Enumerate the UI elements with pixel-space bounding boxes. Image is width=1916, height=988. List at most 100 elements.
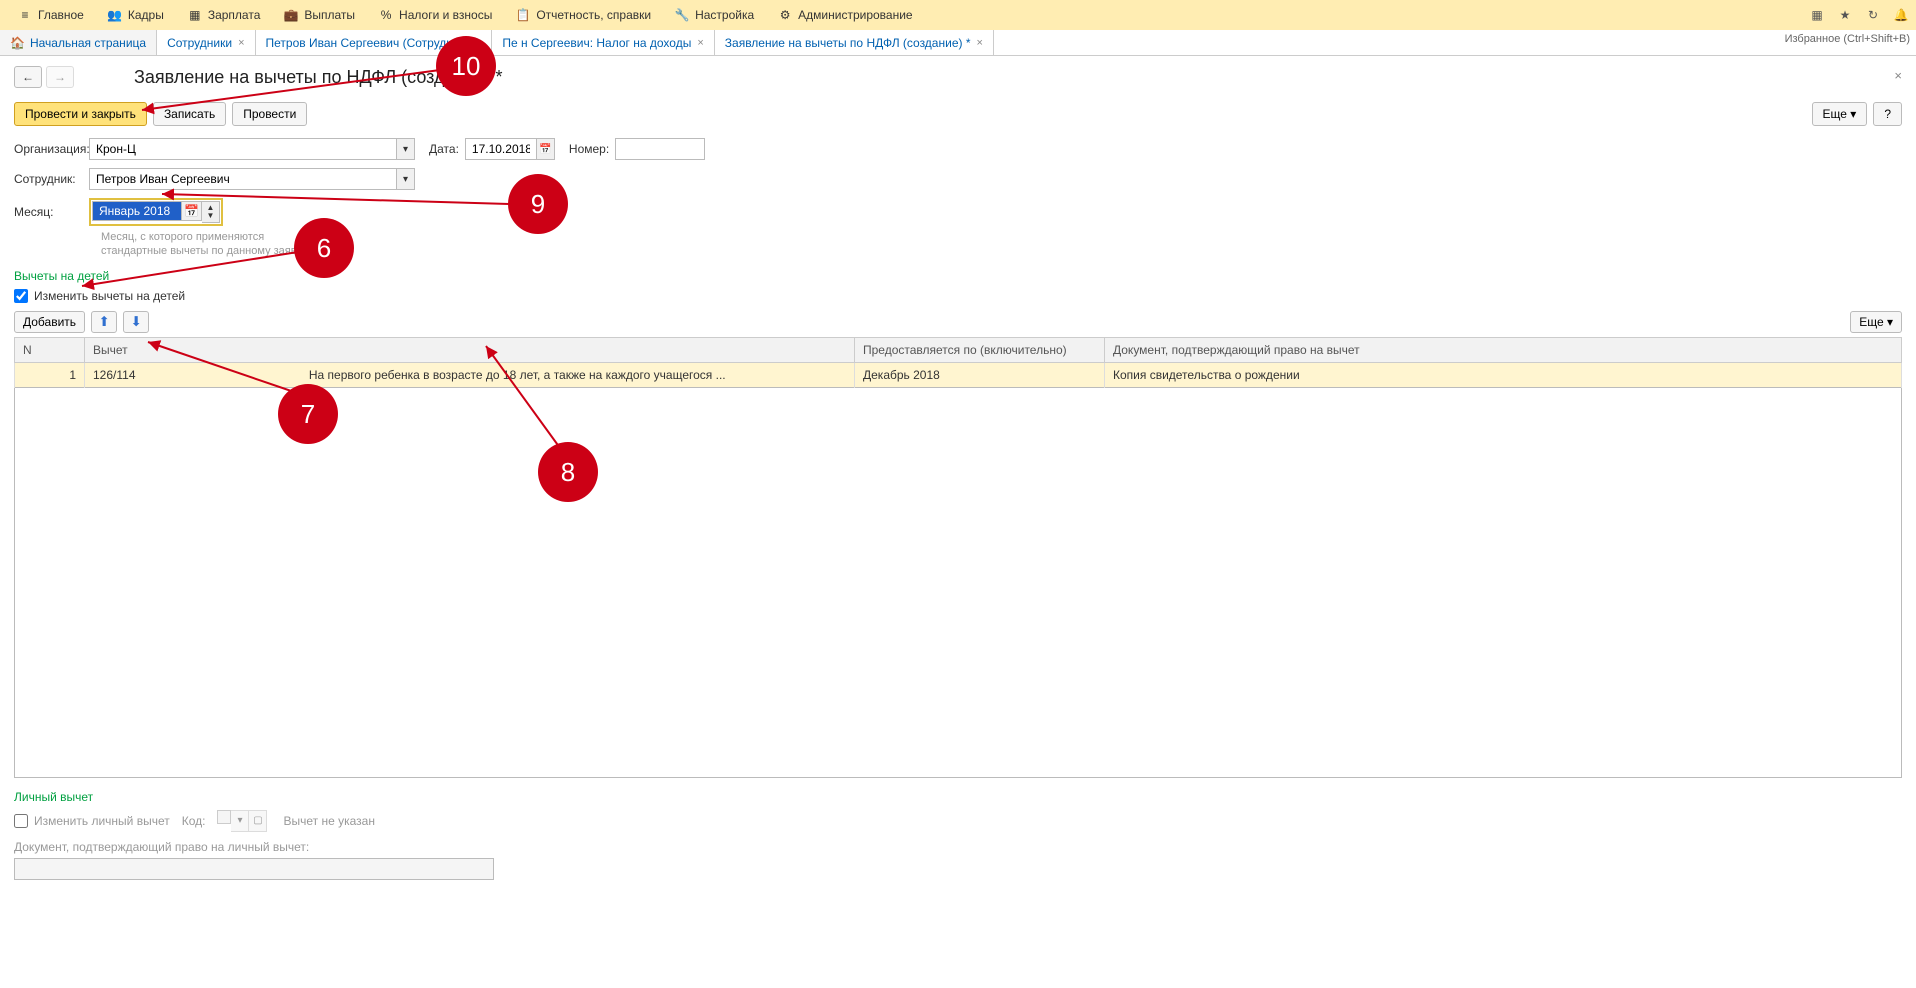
main-menubar: ≡ Главное 👥 Кадры ▦ Зарплата 💼 Выплаты % Нало… xyxy=(0,0,1916,30)
menu-main-label: Главное xyxy=(38,8,84,22)
org-label: Организация: xyxy=(14,142,89,156)
close-icon[interactable]: × xyxy=(697,37,703,49)
menu-vyplaty-label: Выплаты xyxy=(304,8,355,22)
tab-tax-label: Пе н Сергеевич: Налог на доходы xyxy=(502,36,691,50)
emp-label: Сотрудник: xyxy=(14,172,89,186)
menu-main[interactable]: ≡ Главное xyxy=(6,0,96,30)
clipboard-icon: 📋 xyxy=(516,8,530,22)
tab-deductions-label: Заявление на вычеты по НДФЛ (создание) * xyxy=(725,36,971,50)
dropdown-icon: ▾ xyxy=(231,810,249,832)
kod-input xyxy=(217,810,231,824)
col-document: Документ, подтверждающий право на вычет xyxy=(1105,337,1902,362)
tabbar: 🏠 Начальная страница Сотрудники × Петров И… xyxy=(0,30,1916,56)
calendar-icon[interactable]: 📅 xyxy=(182,201,202,221)
table-row[interactable]: 1 126/114 На первого ребенка в возрасте … xyxy=(15,362,1902,387)
number-input[interactable] xyxy=(615,138,705,160)
more-label: Еще xyxy=(1823,107,1847,121)
cell-document: Копия свидетельства о рождении xyxy=(1105,362,1902,387)
change-children-checkbox[interactable] xyxy=(14,289,28,303)
arrow-up-icon: ⬆ xyxy=(98,314,109,330)
open-icon[interactable]: ▾ xyxy=(397,138,415,160)
history-icon[interactable]: ↻ xyxy=(1864,6,1882,24)
menu-admin-label: Администрирование xyxy=(798,8,912,22)
not-specified-label: Вычет не указан xyxy=(283,814,374,828)
home-icon: 🏠 xyxy=(10,36,25,50)
post-and-close-button[interactable]: Провести и закрыть xyxy=(14,102,147,126)
calendar-icon[interactable]: 📅 xyxy=(537,138,555,160)
month-input[interactable] xyxy=(92,201,182,221)
change-children-label: Изменить вычеты на детей xyxy=(34,289,185,303)
bell-icon[interactable]: 🔔 xyxy=(1892,6,1910,24)
arrow-down-icon: ⬇ xyxy=(130,314,141,330)
briefcase-icon: 💼 xyxy=(284,8,298,22)
cell-until: Декабрь 2018 xyxy=(855,362,1105,387)
tab-employee[interactable]: Петров Иван Сергеевич (Сотрудник) × xyxy=(256,30,493,55)
tabbar-hint: Избранное (Ctrl+Shift+B) xyxy=(1785,33,1910,45)
tab-employees-label: Сотрудники xyxy=(167,36,232,50)
more-button[interactable]: Еще ▾ xyxy=(1812,102,1868,126)
open-icon[interactable]: ▾ xyxy=(397,168,415,190)
back-button[interactable]: ← xyxy=(14,66,42,88)
close-icon[interactable]: × xyxy=(238,37,244,49)
change-personal-label: Изменить личный вычет xyxy=(34,814,170,828)
kod-label: Код: xyxy=(182,814,206,828)
cell-deduction: 126/114 На первого ребенка в возрасте до… xyxy=(85,362,855,387)
gear-icon: ⚙ xyxy=(778,8,792,22)
org-input[interactable] xyxy=(89,138,397,160)
number-label: Номер: xyxy=(569,142,609,156)
tab-deductions[interactable]: Заявление на вычеты по НДФЛ (создание) *… xyxy=(715,30,994,55)
menu-nastroika-label: Настройка xyxy=(695,8,754,22)
grid-icon: ▦ xyxy=(188,8,202,22)
move-down-button[interactable]: ⬇ xyxy=(123,311,149,333)
spinner-icon[interactable]: ▲▼ xyxy=(202,201,220,223)
star-icon[interactable]: ★ xyxy=(1836,6,1854,24)
table-empty-area xyxy=(14,388,1902,778)
apps-icon[interactable]: ▦ xyxy=(1808,6,1826,24)
col-deduction: Вычет xyxy=(85,337,855,362)
table-more-button[interactable]: Еще ▾ xyxy=(1850,311,1902,333)
menu-kadry-label: Кадры xyxy=(128,8,164,22)
forward-button[interactable]: → xyxy=(46,66,74,88)
page-title: Заявление на вычеты по НДФЛ (создание) * xyxy=(134,67,503,88)
emp-input[interactable] xyxy=(89,168,397,190)
deductions-table: N Вычет Предоставляется по (включительно… xyxy=(14,337,1902,388)
menu-kadry[interactable]: 👥 Кадры xyxy=(96,0,176,30)
tab-home-label: Начальная страница xyxy=(30,36,146,50)
menu-zarplata[interactable]: ▦ Зарплата xyxy=(176,0,273,30)
personal-doc-input xyxy=(14,858,494,880)
tab-employee-label: Петров Иван Сергеевич (Сотрудник) xyxy=(266,36,469,50)
open-icon: ▢ xyxy=(249,810,267,832)
save-button[interactable]: Записать xyxy=(153,102,226,126)
close-icon[interactable]: × xyxy=(475,37,481,49)
menu-vyplaty[interactable]: 💼 Выплаты xyxy=(272,0,367,30)
move-up-button[interactable]: ⬆ xyxy=(91,311,117,333)
menu-nastroika[interactable]: 🔧 Настройка xyxy=(663,0,766,30)
date-label: Дата: xyxy=(429,142,459,156)
menu-otchetnost[interactable]: 📋Отчетность, справки xyxy=(504,0,663,30)
cell-n: 1 xyxy=(15,362,85,387)
menu-zarplata-label: Зарплата xyxy=(208,8,261,22)
hamburger-icon: ≡ xyxy=(18,8,32,22)
change-personal-checkbox[interactable] xyxy=(14,814,28,828)
menu-nalogi-label: Налоги и взносы xyxy=(399,8,492,22)
month-label: Месяц: xyxy=(14,205,89,219)
post-button[interactable]: Провести xyxy=(232,102,307,126)
personal-doc-label: Документ, подтверждающий право на личный… xyxy=(14,840,1902,854)
percent-icon: % xyxy=(379,8,393,22)
close-icon[interactable]: × xyxy=(977,37,983,49)
add-button[interactable]: Добавить xyxy=(14,311,85,333)
menu-admin[interactable]: ⚙ Администрирование xyxy=(766,0,924,30)
col-n: N xyxy=(15,337,85,362)
tab-tax[interactable]: Пе н Сергеевич: Налог на доходы × xyxy=(492,30,714,55)
menu-nalogi[interactable]: % Налоги и взносы xyxy=(367,0,504,30)
wrench-icon: 🔧 xyxy=(675,8,689,22)
close-icon[interactable]: × xyxy=(1894,68,1902,83)
date-input[interactable] xyxy=(465,138,537,160)
tab-home[interactable]: 🏠 Начальная страница xyxy=(0,30,157,55)
month-hint: Месяц, с которого применяютсястандартные… xyxy=(101,230,1902,259)
people-icon: 👥 xyxy=(108,8,122,22)
children-section-title: Вычеты на детей xyxy=(14,269,1902,283)
personal-section-title: Личный вычет xyxy=(14,790,1902,804)
help-button[interactable]: ? xyxy=(1873,102,1902,126)
tab-employees[interactable]: Сотрудники × xyxy=(157,30,255,55)
